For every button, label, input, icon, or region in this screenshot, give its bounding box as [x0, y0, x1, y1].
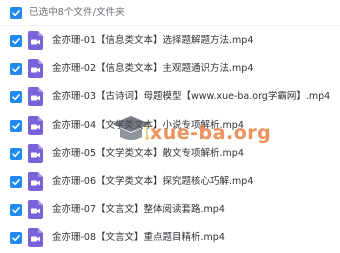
file-name: 金亦珊-06【文学类文本】探究题核心巧解.mp4 — [52, 176, 254, 187]
video-file-icon — [28, 31, 43, 50]
file-checkbox[interactable] — [10, 35, 22, 47]
file-checkbox[interactable] — [10, 91, 22, 104]
video-file-icon — [28, 59, 43, 79]
file-row[interactable]: 金亦珊-06【文学类文本】探究题核心巧解.mp4 — [0, 167, 340, 197]
video-file-icon — [28, 115, 43, 135]
video-file-icon — [28, 200, 43, 220]
file-checkbox[interactable] — [10, 119, 22, 132]
checkmark-icon — [12, 122, 20, 129]
file-checkbox[interactable] — [10, 147, 22, 160]
file-name: 金亦珊-07【文言文】整体阅读套路.mp4 — [52, 204, 225, 216]
video-file-icon — [28, 143, 43, 163]
file-checkbox[interactable] — [10, 176, 22, 188]
graduation-cap-icon — [112, 116, 150, 140]
video-file-icon — [28, 228, 43, 248]
selection-header: 已选中8个文件/文件夹 — [0, 0, 340, 26]
site-watermark: xue-ba.org — [110, 104, 271, 164]
watermark-text: xue-ba.org — [150, 122, 272, 144]
file-name: 金亦珊-08【文言文】重点题目精析.mp4 — [52, 232, 225, 244]
file-checkbox[interactable] — [10, 63, 22, 76]
file-checkbox[interactable] — [10, 232, 22, 245]
checkmark-icon — [12, 235, 20, 242]
select-all-checkbox[interactable] — [10, 7, 22, 19]
file-row[interactable]: 金亦珊-01【信息类文本】选择题解题方法.mp4 — [0, 26, 340, 56]
file-row[interactable]: 金亦珊-08【文言文】重点题目精析.mp4 — [0, 223, 340, 253]
file-row[interactable]: 金亦珊-02【信息类文本】主观题通识方法.mp4 — [0, 54, 340, 84]
file-row[interactable]: 金亦珊-07【文言文】整体阅读套路.mp4 — [0, 195, 340, 225]
selection-count-label: 已选中8个文件/文件夹 — [29, 7, 125, 18]
file-checkbox[interactable] — [10, 204, 22, 217]
checkmark-icon — [12, 179, 20, 186]
checkmark-icon — [12, 38, 20, 45]
file-name: 金亦珊-03【古诗词】母题模型【www.xue-ba.org学霸网】.mp4 — [52, 91, 331, 103]
checkmark-icon — [12, 10, 20, 17]
file-name: 金亦珊-02【信息类文本】主观题通识方法.mp4 — [52, 63, 254, 75]
video-file-icon — [28, 87, 43, 107]
checkmark-icon — [12, 207, 20, 214]
checkmark-icon — [12, 66, 20, 73]
checkmark-icon — [12, 94, 20, 101]
checkmark-icon — [12, 150, 20, 157]
video-file-icon — [28, 172, 43, 191]
file-name: 金亦珊-01【信息类文本】选择题解题方法.mp4 — [52, 35, 254, 46]
